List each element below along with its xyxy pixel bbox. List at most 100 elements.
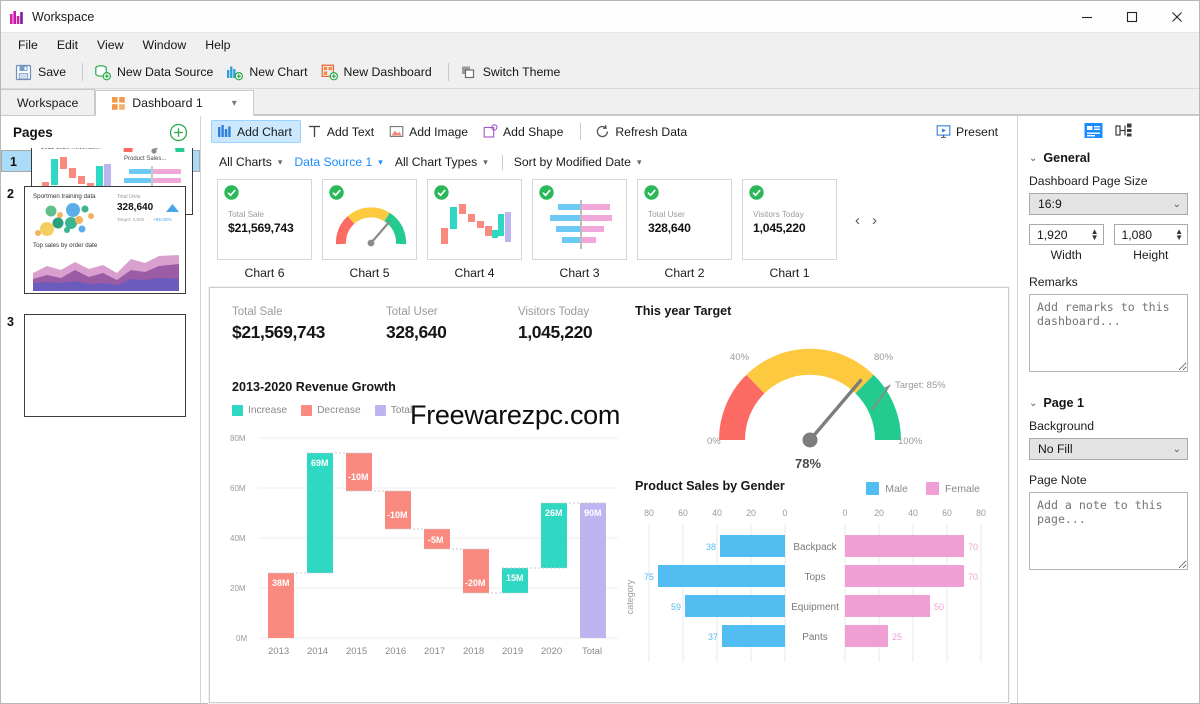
- waterfall-bar-2014: [307, 453, 333, 573]
- height-input[interactable]: 1,080 ▲ ▼: [1113, 224, 1188, 245]
- add-shape-button[interactable]: Add Shape: [477, 120, 572, 143]
- properties-panel-icon[interactable]: [1084, 122, 1103, 139]
- new-chart-button[interactable]: New Chart: [222, 61, 316, 84]
- height-field-group: 1,080 ▲ ▼ Height: [1113, 224, 1188, 262]
- tornado-female-backpack: [845, 535, 964, 557]
- tab-workspace[interactable]: Workspace: [1, 89, 96, 115]
- save-icon: [15, 64, 32, 80]
- tornado-ltick-0: 0: [783, 508, 788, 518]
- legend-male-swatch: [866, 482, 880, 495]
- kpi-visitors-today[interactable]: Visitors Today 1,045,220: [518, 306, 640, 343]
- chevron-left-icon[interactable]: ‹: [855, 212, 860, 229]
- dashboard-canvas[interactable]: Total Sale $21,569,743 Total User 328,64…: [209, 287, 1009, 703]
- menu-help[interactable]: Help: [196, 35, 239, 55]
- gauge-chart[interactable]: 0% 40% 80% 100% Target: 85% 78%: [625, 322, 995, 472]
- minimize-icon: [1081, 16, 1092, 18]
- legend-decrease-label: Decrease: [317, 405, 361, 416]
- spinner-arrows-icon[interactable]: ▲ ▼: [1175, 227, 1183, 241]
- waterfall-xtick-2017: 2017: [424, 646, 445, 657]
- tornado-rtick-40: 40: [908, 508, 918, 518]
- filter-chart-types[interactable]: All Chart Types ▾: [393, 152, 498, 172]
- switch-theme-icon: [461, 66, 474, 78]
- tab-dashboard-1-label: Dashboard 1: [132, 96, 203, 110]
- page-thumbnail-2[interactable]: 2 Sportmen training data Total Units 328…: [1, 180, 200, 300]
- waterfall-label-total: 90M: [584, 508, 602, 518]
- remarks-textarea[interactable]: [1029, 294, 1188, 372]
- legend-decrease[interactable]: Decrease: [301, 405, 361, 416]
- save-button[interactable]: Save: [11, 61, 75, 84]
- chevron-down-icon: ▾: [277, 156, 283, 167]
- legend-total[interactable]: Total: [374, 405, 413, 416]
- bar-chart-logo-icon: [10, 10, 23, 24]
- spinner-arrows-icon[interactable]: ▲ ▼: [1091, 227, 1099, 241]
- chart-1-label: Chart 1: [769, 266, 810, 280]
- kpi-total-user[interactable]: Total User 328,640: [386, 306, 508, 343]
- gallery-card-chart-2[interactable]: Total User 328,640 Chart 2: [637, 179, 732, 280]
- close-button[interactable]: [1154, 1, 1199, 33]
- present-button[interactable]: Present: [930, 120, 1007, 143]
- tornado-male-label-backpack: 38: [706, 542, 716, 552]
- tab-dashboard-1[interactable]: Dashboard 1 ▾: [95, 90, 254, 116]
- page-section-header[interactable]: ⌄ Page 1: [1029, 396, 1188, 410]
- legend-total-swatch: [374, 405, 386, 416]
- new-dashboard-button[interactable]: New Dashboard: [317, 61, 441, 84]
- background-label: Background: [1029, 419, 1095, 433]
- minimize-button[interactable]: [1064, 1, 1109, 33]
- waterfall-ytick-20m: 20M: [230, 584, 246, 593]
- kpi-total-sale[interactable]: Total Sale $21,569,743: [232, 306, 354, 343]
- add-text-button[interactable]: Add Text: [301, 120, 383, 143]
- page-thumbnail-1[interactable]: 1 Total Sale $21,569,743 2013-2020 Reven…: [1, 148, 200, 215]
- title-bar-left: Workspace: [1, 10, 1064, 24]
- legend-female[interactable]: Female: [925, 482, 980, 495]
- chart-3-tornado-mini: [550, 200, 612, 249]
- tab-dropdown-caret-icon[interactable]: ▾: [232, 98, 237, 109]
- waterfall-chart[interactable]: 80M 60M 40M 20M 0M 38M 69M -10M -10M -5M…: [222, 426, 622, 671]
- chart-4-waterfall-mini: [441, 204, 511, 244]
- menu-view[interactable]: View: [88, 35, 132, 55]
- chevron-right-icon[interactable]: ›: [872, 212, 877, 229]
- general-section-header[interactable]: ⌄ General: [1029, 151, 1188, 165]
- menu-edit[interactable]: Edit: [48, 35, 87, 55]
- waterfall-ytick-0m: 0M: [236, 634, 247, 643]
- add-image-button[interactable]: Add Image: [383, 120, 477, 143]
- tornado-chart[interactable]: 80 60 40 20 0 0 20 40 60 80 38 75 59 37 …: [625, 502, 1001, 672]
- preview-area-mini: [33, 255, 179, 291]
- page-note-textarea[interactable]: [1029, 492, 1188, 570]
- filter-sort[interactable]: Sort by Modified Date ▾: [512, 152, 652, 172]
- page-size-select[interactable]: 16:9 ⌄: [1029, 193, 1188, 215]
- tornado-male-backpack: [720, 535, 785, 557]
- background-select[interactable]: No Fill ⌄: [1029, 438, 1188, 460]
- main-toolbar: Save New Data Source New Chart New Dashb…: [1, 56, 1199, 89]
- legend-male[interactable]: Male: [866, 482, 908, 495]
- filter-data-source[interactable]: Data Source 1 ▾: [292, 152, 392, 172]
- check-badge-icon: [224, 185, 239, 200]
- tornado-female-label-equipment: 50: [934, 602, 944, 612]
- chart-4-preview: [427, 179, 522, 260]
- menu-window[interactable]: Window: [133, 35, 195, 55]
- page-thumbnail-3[interactable]: 3: [1, 308, 200, 423]
- legend-increase[interactable]: Increase: [232, 405, 287, 416]
- maximize-button[interactable]: [1109, 1, 1154, 33]
- gallery-card-chart-6[interactable]: Total Sale $21,569,743 Chart 6: [217, 179, 312, 280]
- window-title: Workspace: [32, 9, 95, 24]
- waterfall-label-2017: -5M: [428, 535, 444, 545]
- gallery-card-chart-4[interactable]: Chart 4: [427, 179, 522, 280]
- tornado-cat-backpack: Backpack: [793, 542, 837, 553]
- add-chart-button[interactable]: Add Chart: [211, 120, 301, 143]
- waterfall-chart-title: 2013-2020 Revenue Growth: [232, 380, 396, 394]
- new-data-source-button[interactable]: New Data Source: [90, 61, 222, 84]
- chevron-down-icon: ⌄: [1172, 443, 1181, 455]
- gallery-card-chart-1[interactable]: Visitors Today 1,045,220 Chart 1: [742, 179, 837, 280]
- structure-tree-icon[interactable]: [1114, 122, 1134, 139]
- switch-theme-button[interactable]: Switch Theme: [456, 61, 570, 84]
- width-input[interactable]: 1,920 ▲ ▼: [1029, 224, 1104, 245]
- refresh-data-button[interactable]: Refresh Data: [589, 120, 696, 143]
- add-page-icon[interactable]: [169, 123, 188, 142]
- gallery-card-chart-5[interactable]: Chart 5: [322, 179, 417, 280]
- filter-all-charts[interactable]: All Charts ▾: [217, 152, 292, 172]
- check-badge-icon: [539, 185, 554, 200]
- gallery-card-chart-3[interactable]: Chart 3: [532, 179, 627, 280]
- legend-total-label: Total: [390, 405, 413, 416]
- menu-file[interactable]: File: [9, 35, 47, 55]
- canvas-toolbar-divider: [580, 123, 582, 140]
